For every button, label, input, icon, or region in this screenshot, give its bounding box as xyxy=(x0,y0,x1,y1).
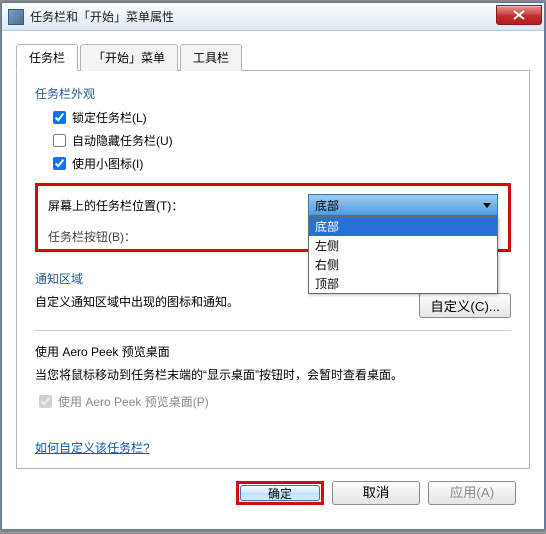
aero-peek-row: 使用 Aero Peek 预览桌面(P) xyxy=(35,392,511,411)
help-link[interactable]: 如何自定义该任务栏? xyxy=(35,439,150,456)
dropdown-option-left[interactable]: 左侧 xyxy=(309,236,497,255)
appearance-title: 任务栏外观 xyxy=(35,85,511,102)
tab-panel: 任务栏外观 锁定任务栏(L) 自动隐藏任务栏(U) 使用小图标(I) 屏幕上的任… xyxy=(16,71,530,469)
autohide-label: 自动隐藏任务栏(U) xyxy=(72,132,173,149)
combo-value: 底部 xyxy=(315,199,339,213)
aero-section: 使用 Aero Peek 预览桌面 当您将鼠标移动到任务栏末端的“显示桌面”按钮… xyxy=(35,343,511,411)
lock-taskbar-label: 锁定任务栏(L) xyxy=(72,109,147,126)
taskbar-location-dropdown: 底部 左侧 右侧 顶部 xyxy=(308,216,498,294)
appearance-section: 任务栏外观 锁定任务栏(L) 自动隐藏任务栏(U) 使用小图标(I) xyxy=(35,85,511,173)
ok-button-inner: 确定 xyxy=(240,485,320,501)
highlight-box: 屏幕上的任务栏位置(T)： 底部 底部 左侧 右侧 顶部 xyxy=(35,183,511,252)
titlebar[interactable]: 任务栏和「开始」菜单属性 xyxy=(2,3,544,31)
taskbar-location-combo-wrap: 底部 底部 左侧 右侧 顶部 xyxy=(308,194,498,216)
cancel-button[interactable]: 取消 xyxy=(332,481,420,505)
dialog-footer: 确定 取消 应用(A) xyxy=(16,469,530,505)
taskbar-location-label: 屏幕上的任务栏位置(T)： xyxy=(48,197,183,214)
tab-toolbars[interactable]: 工具栏 xyxy=(180,44,242,71)
autohide-checkbox[interactable] xyxy=(53,134,66,147)
tab-strip: 任务栏 「开始」菜单 工具栏 xyxy=(16,43,530,71)
dropdown-option-right[interactable]: 右侧 xyxy=(309,255,497,274)
taskbar-location-row: 屏幕上的任务栏位置(T)： 底部 底部 左侧 右侧 顶部 xyxy=(38,186,508,224)
notification-desc: 自定义通知区域中出现的图标和通知。 xyxy=(35,293,239,310)
notification-row: 自定义通知区域中出现的图标和通知。 自定义(C)... xyxy=(35,293,511,318)
ok-button[interactable]: 确定 xyxy=(236,481,324,505)
tab-start-menu[interactable]: 「开始」菜单 xyxy=(80,44,178,71)
client-area: 任务栏 「开始」菜单 工具栏 任务栏外观 锁定任务栏(L) 自动隐藏任务栏(U)… xyxy=(2,31,544,515)
aero-title: 使用 Aero Peek 预览桌面 xyxy=(35,343,511,360)
small-icons-row[interactable]: 使用小图标(I) xyxy=(35,154,511,173)
app-icon xyxy=(8,9,24,25)
apply-button: 应用(A) xyxy=(428,481,516,505)
divider xyxy=(35,330,511,331)
close-icon xyxy=(513,10,525,20)
autohide-row[interactable]: 自动隐藏任务栏(U) xyxy=(35,131,511,150)
dropdown-option-top[interactable]: 顶部 xyxy=(309,274,497,293)
aero-peek-checkbox xyxy=(39,395,52,408)
aero-desc: 当您将鼠标移动到任务栏末端的“显示桌面”按钮时，会暂时查看桌面。 xyxy=(35,366,511,384)
window-title: 任务栏和「开始」菜单属性 xyxy=(30,8,174,25)
small-icons-label: 使用小图标(I) xyxy=(72,155,143,172)
dialog-window: 任务栏和「开始」菜单属性 任务栏 「开始」菜单 工具栏 任务栏外观 锁定任务栏(… xyxy=(1,2,545,530)
customize-button[interactable]: 自定义(C)... xyxy=(419,293,511,318)
close-button[interactable] xyxy=(496,5,542,25)
dropdown-option-bottom[interactable]: 底部 xyxy=(309,217,497,236)
small-icons-checkbox[interactable] xyxy=(53,157,66,170)
lock-taskbar-row[interactable]: 锁定任务栏(L) xyxy=(35,108,511,127)
aero-peek-label: 使用 Aero Peek 预览桌面(P) xyxy=(58,393,209,410)
lock-taskbar-checkbox[interactable] xyxy=(53,111,66,124)
taskbar-location-combo[interactable]: 底部 xyxy=(308,194,498,216)
tab-taskbar[interactable]: 任务栏 xyxy=(16,44,78,71)
taskbar-buttons-label: 任务栏按钮(B)： xyxy=(48,230,136,244)
